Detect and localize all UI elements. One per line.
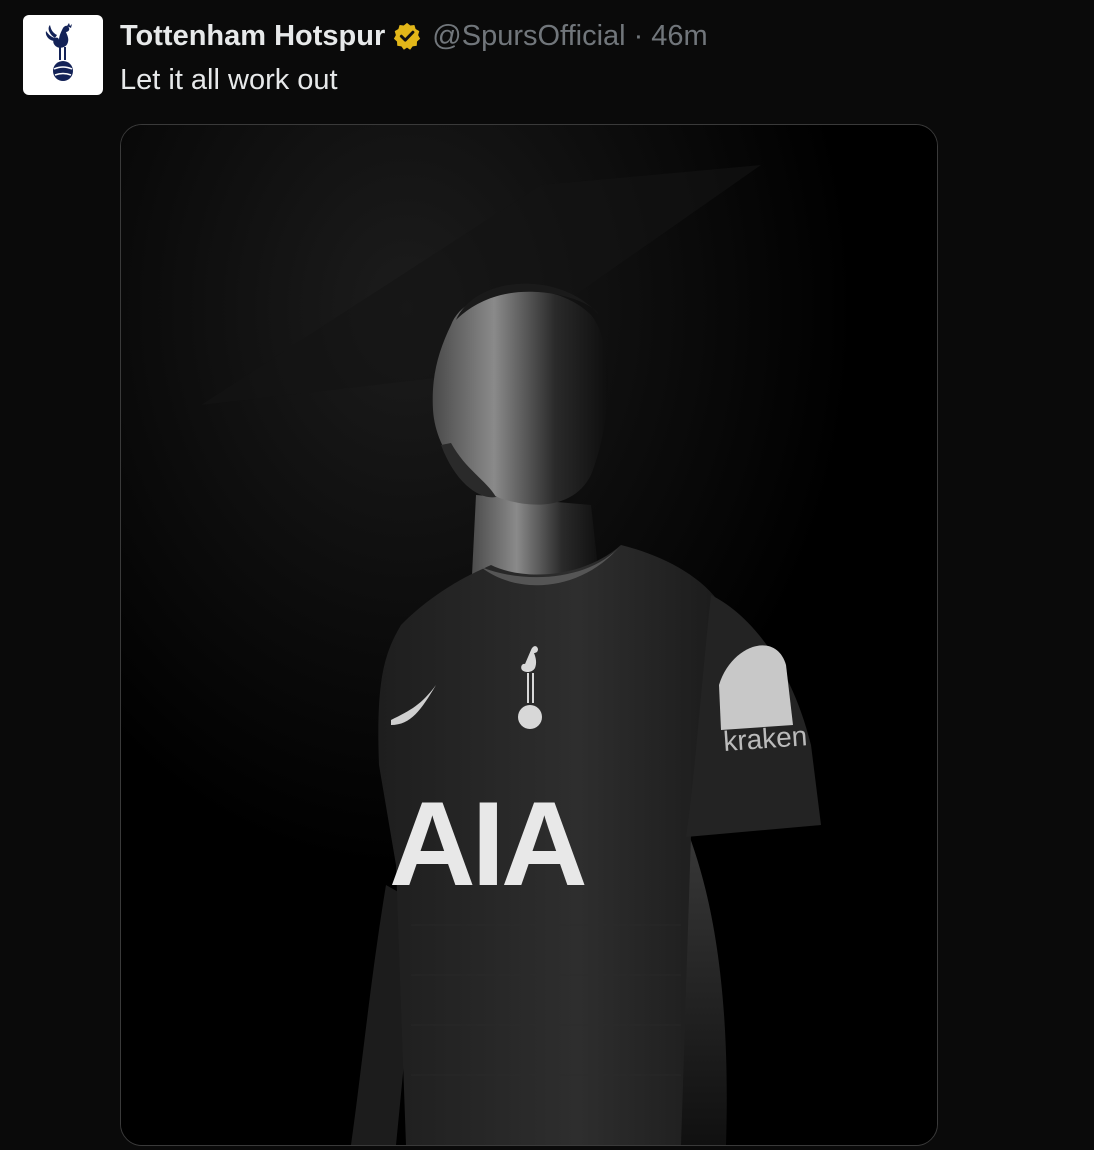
spurs-crest-icon bbox=[45, 23, 73, 81]
tweet-text: Let it all work out bbox=[120, 64, 338, 96]
shirt-sponsor-text: AIA bbox=[389, 777, 585, 911]
user-handle[interactable]: @SpursOfficial bbox=[432, 20, 625, 53]
sleeve-sponsor-text: kraken bbox=[722, 720, 808, 757]
separator-dot: · bbox=[633, 19, 644, 52]
tweet-header: Tottenham Hotspur @SpursOfficial · 46m bbox=[120, 17, 708, 55]
display-name[interactable]: Tottenham Hotspur bbox=[120, 20, 385, 53]
timestamp[interactable]: 46m bbox=[651, 20, 707, 53]
verified-badge-icon[interactable] bbox=[392, 21, 422, 51]
avatar[interactable] bbox=[23, 15, 103, 95]
tweet[interactable]: Tottenham Hotspur @SpursOfficial · 46m L… bbox=[0, 0, 1094, 1150]
player-photo: kraken AIA bbox=[121, 125, 937, 1145]
tweet-media-image[interactable]: kraken AIA bbox=[120, 124, 938, 1146]
